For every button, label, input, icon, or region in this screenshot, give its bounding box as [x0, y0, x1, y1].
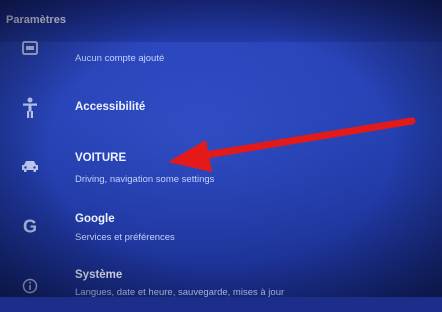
settings-item-system[interactable]: Système Langues, date et heure, sauvegar… [0, 262, 442, 312]
settings-item-car[interactable]: VOITURE Driving, navigation some setting… [0, 142, 442, 192]
svg-text:G: G [23, 217, 37, 237]
settings-item-accounts-subtitle: Aucun compte ajouté [75, 53, 165, 64]
settings-item-accessibility[interactable]: Accessibilité [0, 82, 442, 132]
page-title: Paramètres [6, 14, 66, 26]
accounts-icon [18, 36, 42, 60]
settings-item-accounts[interactable]: Aucun compte ajouté [0, 30, 442, 80]
settings-screen: Paramètres Aucun compte ajouté Accessibi… [0, 0, 442, 298]
settings-item-google-subtitle: Services et préférences [75, 232, 175, 243]
settings-item-accessibility-label: Accessibilité [75, 101, 146, 113]
google-icon: G [18, 214, 42, 238]
settings-item-system-subtitle: Langues, date et heure, sauvegarde, mise… [75, 287, 285, 298]
car-icon [18, 154, 42, 178]
settings-item-google-label: Google [75, 213, 115, 225]
settings-item-system-label: Système [75, 269, 123, 281]
settings-item-car-subtitle: Driving, navigation some settings [75, 174, 215, 185]
settings-item-google[interactable]: G Google Services et préférences [0, 204, 442, 254]
accessibility-icon [18, 96, 42, 120]
settings-item-car-label: VOITURE [75, 152, 127, 164]
info-icon [18, 274, 42, 298]
